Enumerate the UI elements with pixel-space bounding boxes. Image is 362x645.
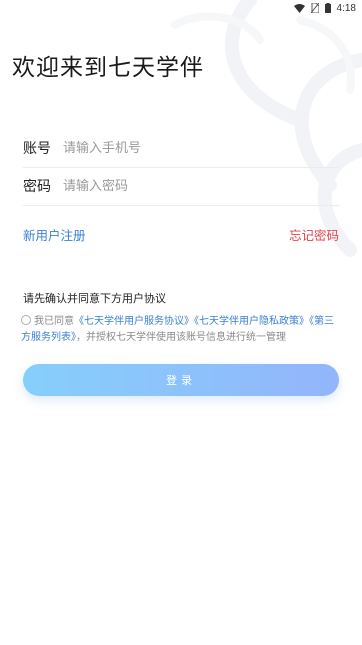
status-bar: 4:18 [293, 0, 362, 16]
account-field-row: 账号 [23, 129, 339, 168]
password-field-row: 密码 [23, 167, 339, 206]
service-agreement-link[interactable]: 《七天学伴用户服务协议》 [74, 316, 194, 327]
password-label: 密码 [23, 179, 51, 195]
wifi-icon [293, 3, 305, 13]
agreement-text: 我已同意《七天学伴用户服务协议》《七天学伴用户隐私政策》《第三方服务列表》，并授… [21, 314, 343, 346]
register-link[interactable]: 新用户注册 [23, 225, 86, 244]
agreement-prefix: 我已同意 [34, 316, 74, 327]
phone-input[interactable] [63, 140, 339, 156]
agreement-title: 请先确认并同意下方用户协议 [23, 292, 166, 305]
battery-icon [324, 3, 331, 13]
status-time: 4:18 [336, 2, 356, 14]
agreement-checkbox[interactable] [21, 315, 31, 325]
account-links: 新用户注册 忘记密码 [23, 225, 339, 244]
account-label: 账号 [23, 141, 51, 157]
password-input[interactable] [63, 178, 339, 194]
privacy-policy-link[interactable]: 《七天学伴用户隐私政策》 [194, 316, 309, 327]
login-button[interactable]: 登录 [23, 364, 339, 396]
no-sim-icon [310, 3, 319, 13]
agreement-suffix: ，并授权七天学伴使用该账号信息进行统一管理 [76, 332, 286, 343]
forgot-password-link[interactable]: 忘记密码 [289, 225, 339, 244]
page-title: 欢迎来到七天学伴 [12, 55, 204, 81]
